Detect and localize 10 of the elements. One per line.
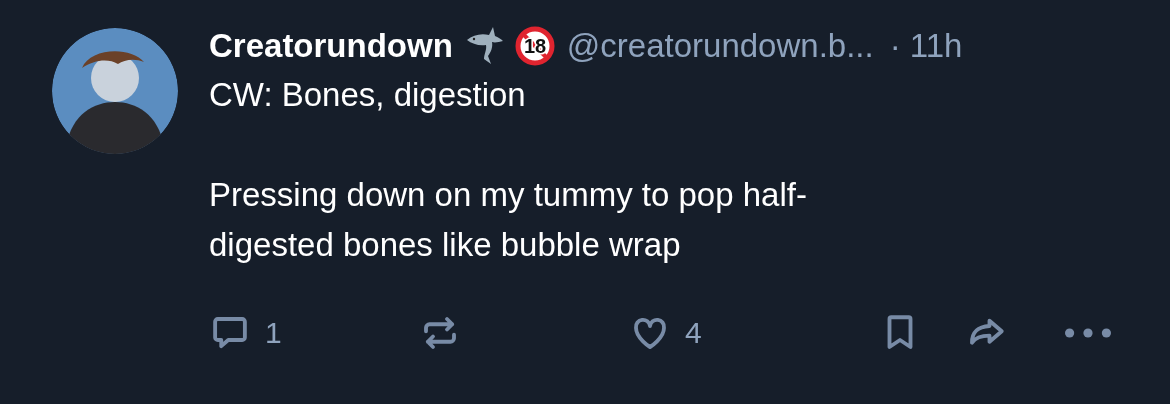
author-handle[interactable]: @creatorundown.b...: [566, 27, 874, 65]
like-button[interactable]: 4: [629, 312, 702, 354]
post-time: · 11h: [889, 27, 963, 65]
more-icon: [1065, 328, 1111, 338]
reply-button[interactable]: 1: [209, 312, 282, 354]
avatar[interactable]: [52, 28, 178, 154]
more-button[interactable]: [1065, 328, 1111, 338]
author-name[interactable]: Creatorundown: [209, 27, 453, 65]
post-text: CW: Bones, digestion: [209, 75, 527, 115]
post-text: Pressing down on my tummy to pop half-digested bones like bubble wrap: [209, 175, 808, 265]
